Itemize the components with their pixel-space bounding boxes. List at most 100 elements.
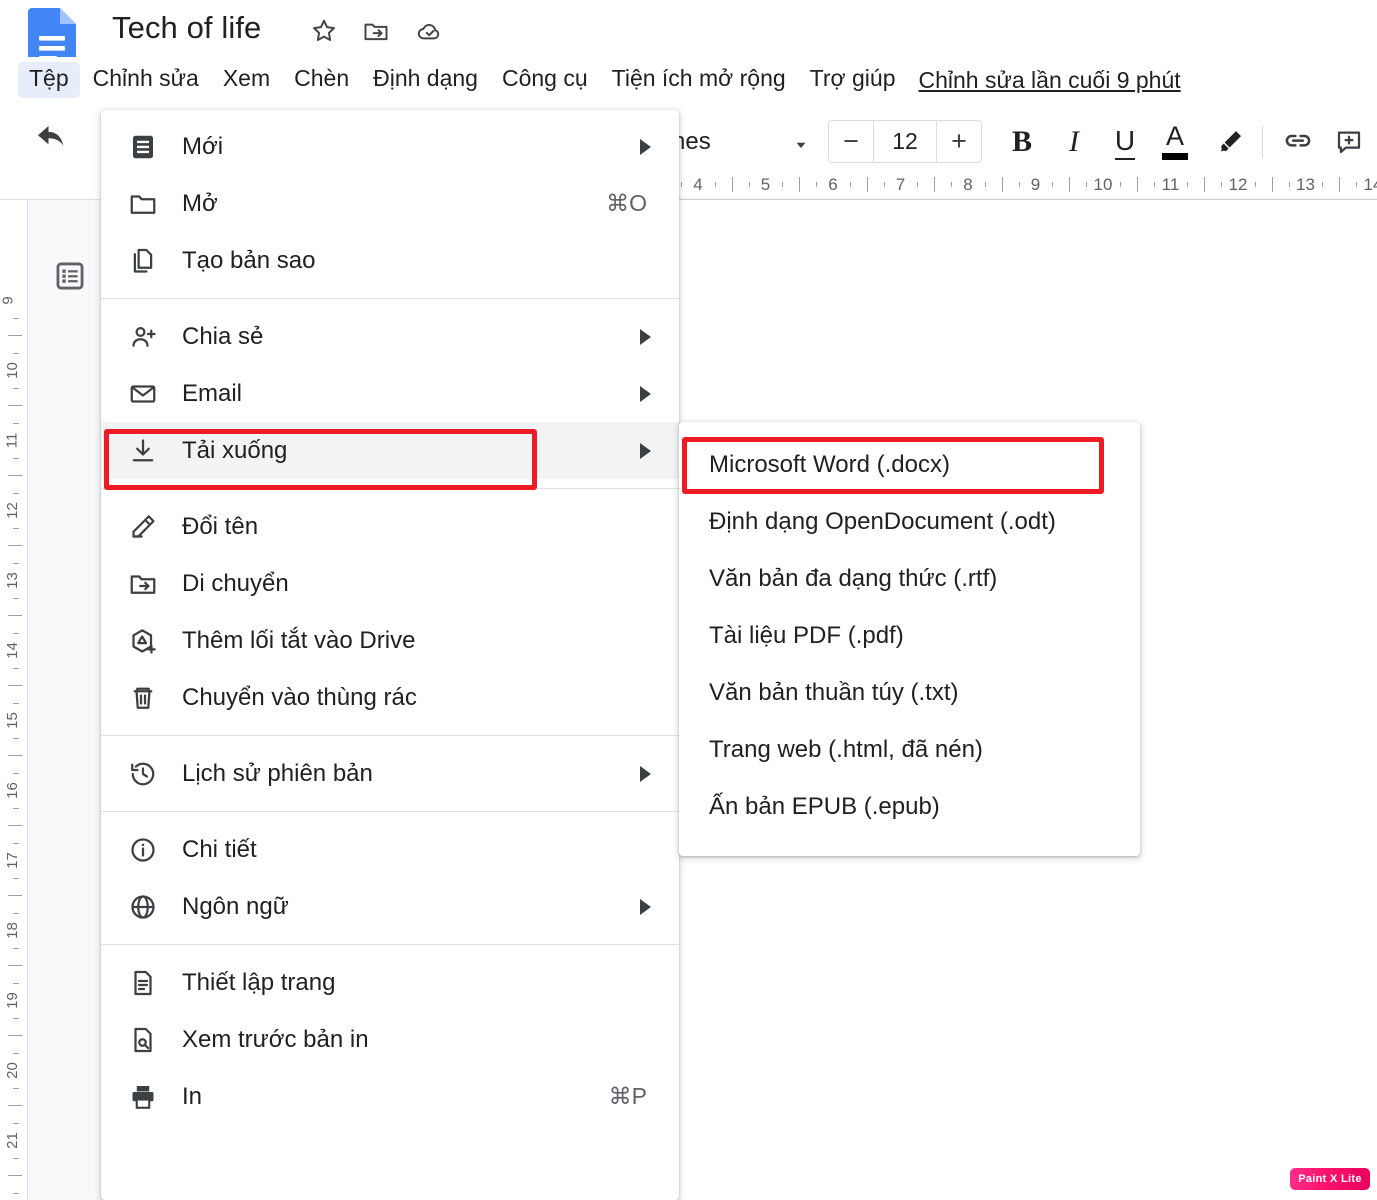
download-format-item[interactable]: Tài liệu PDF (.pdf) bbox=[679, 607, 1140, 664]
ruler-tick bbox=[13, 317, 19, 319]
print-preview-icon bbox=[128, 1025, 174, 1055]
file-menu-item-email-envelope[interactable]: Email bbox=[101, 365, 679, 422]
ruler-tick bbox=[1254, 182, 1256, 187]
document-title[interactable]: Tech of life bbox=[112, 10, 261, 46]
file-menu-item-language-globe[interactable]: Ngôn ngữ bbox=[101, 878, 679, 935]
trash-icon bbox=[128, 683, 174, 713]
move-to-folder-icon[interactable] bbox=[362, 17, 392, 47]
ruler-tick bbox=[731, 177, 733, 192]
file-menu-item-new-document[interactable]: Mới bbox=[101, 118, 679, 175]
ruler-tick bbox=[1001, 177, 1003, 192]
file-menu-popup[interactable]: Mới Mở ⌘O Tạo bản sao Chia sẻ Email Tải xuống Đ… bbox=[101, 110, 679, 1200]
insert-link-icon[interactable] bbox=[1276, 120, 1320, 164]
file-menu-item-printer[interactable]: In ⌘P bbox=[101, 1068, 679, 1125]
ruler-tick-label: 17 bbox=[3, 852, 21, 869]
cloud-saved-icon[interactable] bbox=[416, 17, 446, 47]
star-icon[interactable] bbox=[310, 17, 340, 47]
keyboard-shortcut: ⌘O bbox=[606, 190, 647, 216]
download-format-item[interactable]: Microsoft Word (.docx) bbox=[679, 436, 1140, 493]
download-format-item[interactable]: Định dạng OpenDocument (.odt) bbox=[679, 493, 1140, 550]
ruler-tick bbox=[13, 1052, 19, 1054]
download-format-item[interactable]: Trang web (.html, đã nén) bbox=[679, 721, 1140, 778]
bold-button[interactable]: B bbox=[1000, 120, 1044, 164]
file-menu-item-open-folder[interactable]: Mở ⌘O bbox=[101, 175, 679, 232]
ruler-tick bbox=[13, 422, 19, 424]
font-size-increase-button[interactable]: + bbox=[937, 121, 981, 162]
font-size-input[interactable]: 12 bbox=[873, 121, 937, 162]
ruler-tick bbox=[13, 667, 19, 669]
ruler-tick bbox=[13, 702, 19, 704]
download-format-label: Văn bản đa dạng thức (.rtf) bbox=[709, 564, 998, 592]
ruler-tick-label: 9 bbox=[1030, 175, 1041, 194]
menu-separator bbox=[101, 735, 679, 736]
file-menu-item-make-copy[interactable]: Tạo bản sao bbox=[101, 232, 679, 289]
font-size-decrease-button[interactable]: − bbox=[829, 121, 873, 162]
menu-tro-giup[interactable]: Trợ giúp bbox=[799, 62, 907, 97]
email-envelope-icon bbox=[128, 379, 174, 409]
document-outline-icon[interactable] bbox=[44, 250, 96, 302]
text-color-label: A bbox=[1165, 121, 1184, 152]
ruler-tick bbox=[1339, 177, 1341, 192]
submenu-arrow-icon bbox=[640, 328, 651, 345]
download-format-item[interactable]: Văn bản thuần túy (.txt) bbox=[679, 664, 1140, 721]
watermark-label: Paint X Lite bbox=[1298, 1173, 1362, 1185]
file-menu-item-download[interactable]: Tải xuống bbox=[101, 422, 679, 479]
file-menu-item-move-folder[interactable]: Di chuyển bbox=[101, 555, 679, 612]
menu-cong-cu[interactable]: Công cụ bbox=[491, 62, 599, 97]
ruler-tick-label: 18 bbox=[3, 922, 21, 939]
ruler-tick bbox=[816, 182, 818, 187]
ruler-tick bbox=[1204, 177, 1206, 192]
new-document-icon bbox=[128, 132, 174, 162]
file-menu-item-label: Tải xuống bbox=[182, 436, 288, 464]
italic-button[interactable]: I bbox=[1052, 120, 1096, 164]
menu-dinh-dang[interactable]: Định dạng bbox=[362, 62, 489, 97]
file-menu-item-page-setup[interactable]: Thiết lập trang bbox=[101, 954, 679, 1011]
ruler-tick-label: 13 bbox=[3, 572, 21, 589]
download-format-label: Trang web (.html, đã nén) bbox=[709, 735, 983, 763]
file-menu-item-print-preview[interactable]: Xem trước bản in bbox=[101, 1011, 679, 1068]
add-comment-icon[interactable] bbox=[1327, 120, 1371, 164]
file-menu-item-share-person[interactable]: Chia sẻ bbox=[101, 308, 679, 365]
file-menu-item-info[interactable]: Chi tiết bbox=[101, 821, 679, 878]
menu-chen[interactable]: Chèn bbox=[283, 62, 360, 97]
file-menu-item-label: Tạo bản sao bbox=[182, 246, 316, 274]
ruler-tick bbox=[13, 492, 19, 494]
download-submenu-popup[interactable]: Microsoft Word (.docx) Định dạng OpenDocu… bbox=[679, 422, 1140, 856]
file-menu-item-label: Lịch sử phiên bản bbox=[182, 759, 373, 787]
move-folder-icon bbox=[128, 569, 174, 599]
vertical-ruler[interactable]: 910111213141516171819202122 bbox=[0, 200, 28, 1200]
ruler-tick bbox=[8, 545, 22, 546]
last-edit-link[interactable]: Chỉnh sửa lần cuối 9 phút bbox=[918, 67, 1180, 94]
download-format-item[interactable]: Văn bản đa dạng thức (.rtf) bbox=[679, 550, 1140, 607]
undo-icon[interactable] bbox=[34, 124, 70, 156]
text-color-button[interactable]: A bbox=[1153, 120, 1197, 164]
menu-separator bbox=[101, 944, 679, 945]
file-menu-item-version-history[interactable]: Lịch sử phiên bản bbox=[101, 745, 679, 802]
menu-separator bbox=[101, 488, 679, 489]
file-menu-item-label: Đổi tên bbox=[182, 512, 259, 540]
underline-button[interactable]: U bbox=[1103, 120, 1147, 164]
underline-label: U bbox=[1114, 125, 1136, 160]
download-format-label: Văn bản thuần túy (.txt) bbox=[709, 678, 959, 706]
download-icon bbox=[128, 436, 174, 466]
ruler-tick bbox=[13, 982, 19, 984]
file-menu-item-add-shortcut-drive[interactable]: Thêm lối tắt vào Drive bbox=[101, 612, 679, 669]
toolbar-divider bbox=[1262, 126, 1263, 158]
file-menu-item-trash[interactable]: Chuyển vào thùng rác bbox=[101, 669, 679, 726]
menu-xem[interactable]: Xem bbox=[212, 62, 281, 97]
ruler-tick bbox=[13, 387, 19, 389]
ruler-tick bbox=[984, 182, 986, 187]
file-menu-item-rename-pencil[interactable]: Đổi tên bbox=[101, 498, 679, 555]
chevron-down-icon[interactable] bbox=[788, 136, 814, 154]
ruler-tick bbox=[13, 1157, 19, 1159]
download-format-item[interactable]: Ấn bản EPUB (.epub) bbox=[679, 778, 1140, 835]
menu-tien-ich-mo-rong[interactable]: Tiện ích mở rộng bbox=[601, 62, 797, 97]
text-color-swatch bbox=[1162, 152, 1188, 160]
menu-tep[interactable]: Tệp bbox=[18, 62, 80, 98]
menu-chinh-sua[interactable]: Chỉnh sửa bbox=[82, 62, 210, 97]
highlight-pen-icon[interactable] bbox=[1208, 120, 1252, 164]
add-shortcut-drive-icon bbox=[128, 626, 174, 656]
ruler-tick bbox=[8, 755, 22, 756]
ruler-tick bbox=[8, 1175, 22, 1176]
menu-separator bbox=[101, 298, 679, 299]
